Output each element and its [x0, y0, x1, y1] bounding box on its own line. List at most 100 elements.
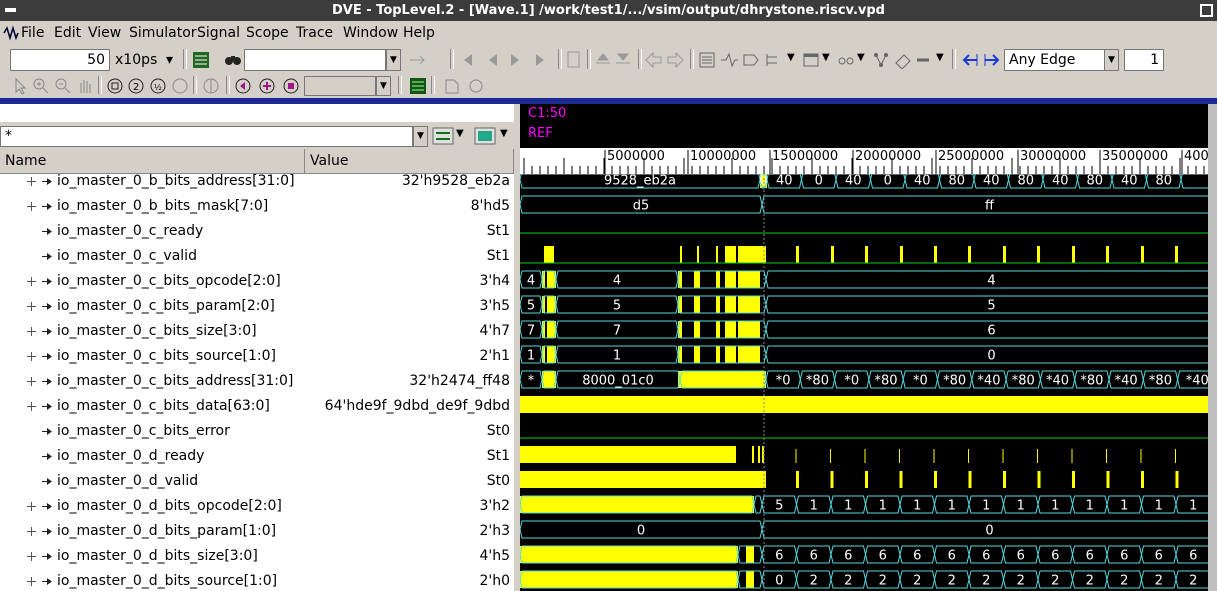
expand-icon[interactable]: [27, 377, 36, 386]
menu-edit[interactable]: Edit: [54, 21, 81, 46]
name-column-header[interactable]: Name: [0, 149, 305, 174]
chevron-down-icon[interactable]: ▼: [822, 52, 830, 63]
run-icon[interactable]: [533, 51, 551, 69]
find-icon[interactable]: [224, 51, 242, 69]
signal-row[interactable]: io_master_0_c_bits_data[63:0] 64'hde9f_9d…: [0, 394, 514, 419]
signal-row[interactable]: io_master_0_d_bits_param[1:0] 2'h3: [0, 519, 514, 544]
chevron-down-icon[interactable]: ▼: [413, 126, 428, 147]
network-icon[interactable]: [872, 51, 890, 69]
zoom-in-icon[interactable]: [32, 77, 50, 95]
edge-select[interactable]: Any Edge: [1004, 49, 1108, 71]
eraser-icon[interactable]: [894, 51, 912, 70]
signal-row[interactable]: io_master_0_c_bits_opcode[2:0] 3'h4: [0, 269, 514, 294]
signal-row[interactable]: io_master_0_c_ready St1: [0, 219, 514, 244]
signal-row[interactable]: io_master_0_b_bits_mask[7:0] 8'hd5: [0, 194, 514, 219]
step-back-icon[interactable]: [458, 51, 476, 69]
link-icon[interactable]: [914, 51, 932, 69]
time-unit-select[interactable]: x10ps ▾: [115, 49, 177, 71]
grid-icon[interactable]: [192, 51, 210, 69]
expand-icon[interactable]: [27, 327, 36, 336]
time-input[interactable]: 50: [10, 49, 110, 71]
prev-edge-icon[interactable]: [961, 51, 979, 69]
step-icon[interactable]: [483, 51, 501, 69]
expand-icon[interactable]: [27, 302, 36, 311]
expand-icon[interactable]: [27, 202, 36, 211]
zoom-fit-icon[interactable]: [106, 77, 124, 95]
chevron-down-icon[interactable]: ▼: [1104, 49, 1119, 71]
chevron-down-icon[interactable]: ▼: [857, 52, 865, 63]
signal-row[interactable]: io_master_0_d_bits_source[1:0] 2'h0: [0, 569, 514, 591]
expand-icon[interactable]: [27, 352, 36, 361]
signal-row[interactable]: io_master_0_c_bits_param[2:0] 3'h5: [0, 294, 514, 319]
filter-input[interactable]: *: [0, 126, 413, 147]
menu-signal[interactable]: Signal: [197, 21, 240, 46]
trace-icon[interactable]: [720, 51, 738, 69]
zoom-cursor-icon[interactable]: [171, 77, 189, 95]
arrow-left-icon[interactable]: [645, 51, 663, 69]
driver-icon[interactable]: [742, 51, 760, 69]
expand-icon[interactable]: [27, 177, 36, 186]
marker-icon[interactable]: [282, 77, 300, 95]
waveform-canvas[interactable]: 9528_eb2a 0 40 0 40 0 40 80 40 80 40 80 40 80 d5 ff 4 4 4 5…: [520, 174, 1217, 591]
menu-scope[interactable]: Scope: [246, 21, 289, 46]
vertical-scrollbar[interactable]: [1208, 104, 1217, 591]
cursor-back-icon[interactable]: [234, 77, 252, 95]
zoom-out-icon[interactable]: [54, 77, 72, 95]
signal-row[interactable]: io_master_0_b_bits_address[31:0] 32'h9528…: [0, 174, 514, 194]
signal-row[interactable]: io_master_0_d_valid St0: [0, 469, 514, 494]
chevron-down-icon[interactable]: ▼: [936, 52, 944, 63]
zoom-half-icon[interactable]: ½: [149, 77, 167, 95]
compare-icon[interactable]: [409, 77, 427, 95]
chevron-down-icon[interactable]: ▼: [500, 128, 508, 139]
signal-row[interactable]: io_master_0_c_bits_source[1:0] 2'h1: [0, 344, 514, 369]
step-count-input[interactable]: 1: [1124, 49, 1164, 71]
tree-icon[interactable]: [764, 51, 782, 69]
expand-icon[interactable]: [27, 527, 36, 536]
expand-down-icon[interactable]: [614, 51, 632, 69]
arrow-right-icon[interactable]: [666, 51, 684, 69]
signal-filter-icon[interactable]: [474, 127, 496, 145]
expand-icon[interactable]: [27, 552, 36, 561]
menu-window[interactable]: Window: [343, 21, 398, 46]
next-edge-icon[interactable]: [983, 51, 1001, 69]
menu-file[interactable]: File: [21, 21, 44, 46]
glasses-icon[interactable]: [837, 51, 855, 69]
pointer-icon[interactable]: [12, 77, 30, 95]
marker-select[interactable]: [304, 76, 376, 96]
expand-icon[interactable]: [27, 577, 36, 586]
chevron-down-icon[interactable]: ▼: [456, 128, 464, 139]
expand-up-icon[interactable]: [594, 51, 612, 69]
hand-icon[interactable]: [76, 77, 94, 95]
signal-row[interactable]: io_master_0_c_bits_size[3:0] 4'h7: [0, 319, 514, 344]
signal-row[interactable]: io_master_0_d_bits_size[3:0] 4'h5: [0, 544, 514, 569]
signal-row[interactable]: io_master_0_c_bits_address[31:0] 32'h2474…: [0, 369, 514, 394]
signal-row[interactable]: io_master_0_d_ready St1: [0, 444, 514, 469]
signal-row[interactable]: io_master_0_d_bits_opcode[2:0] 3'h2: [0, 494, 514, 519]
step-forward-icon[interactable]: [508, 51, 526, 69]
list-icon[interactable]: [698, 51, 716, 69]
expand-icon[interactable]: [27, 277, 36, 286]
zoom-2-icon[interactable]: 2: [127, 77, 145, 95]
bookmark-icon[interactable]: [443, 77, 461, 95]
zoom-in-cursor-icon[interactable]: [258, 77, 276, 95]
filter-options-icon[interactable]: [432, 127, 454, 145]
expand-icon[interactable]: [27, 402, 36, 411]
menu-view[interactable]: View: [88, 21, 121, 46]
zoom-region-icon[interactable]: [202, 77, 220, 95]
chevron-down-icon[interactable]: ▼: [376, 76, 391, 96]
menu-help[interactable]: Help: [403, 21, 435, 46]
chevron-down-icon[interactable]: ▼: [787, 52, 795, 63]
menu-simulator[interactable]: Simulator: [129, 21, 197, 46]
search-next-icon[interactable]: [408, 51, 426, 69]
menu-trace[interactable]: Trace: [296, 21, 333, 46]
signal-row[interactable]: io_master_0_c_valid St1: [0, 244, 514, 269]
value-column-header[interactable]: Value: [305, 149, 514, 174]
document-icon[interactable]: [565, 51, 583, 69]
search-input[interactable]: [244, 49, 386, 71]
window-icon[interactable]: [802, 51, 820, 69]
chevron-down-icon[interactable]: ▼: [386, 49, 401, 71]
signal-row[interactable]: io_master_0_c_bits_error St0: [0, 419, 514, 444]
refresh-icon[interactable]: [467, 77, 485, 95]
window-menu-icon[interactable]: [0, 0, 21, 21]
expand-icon[interactable]: [27, 502, 36, 511]
